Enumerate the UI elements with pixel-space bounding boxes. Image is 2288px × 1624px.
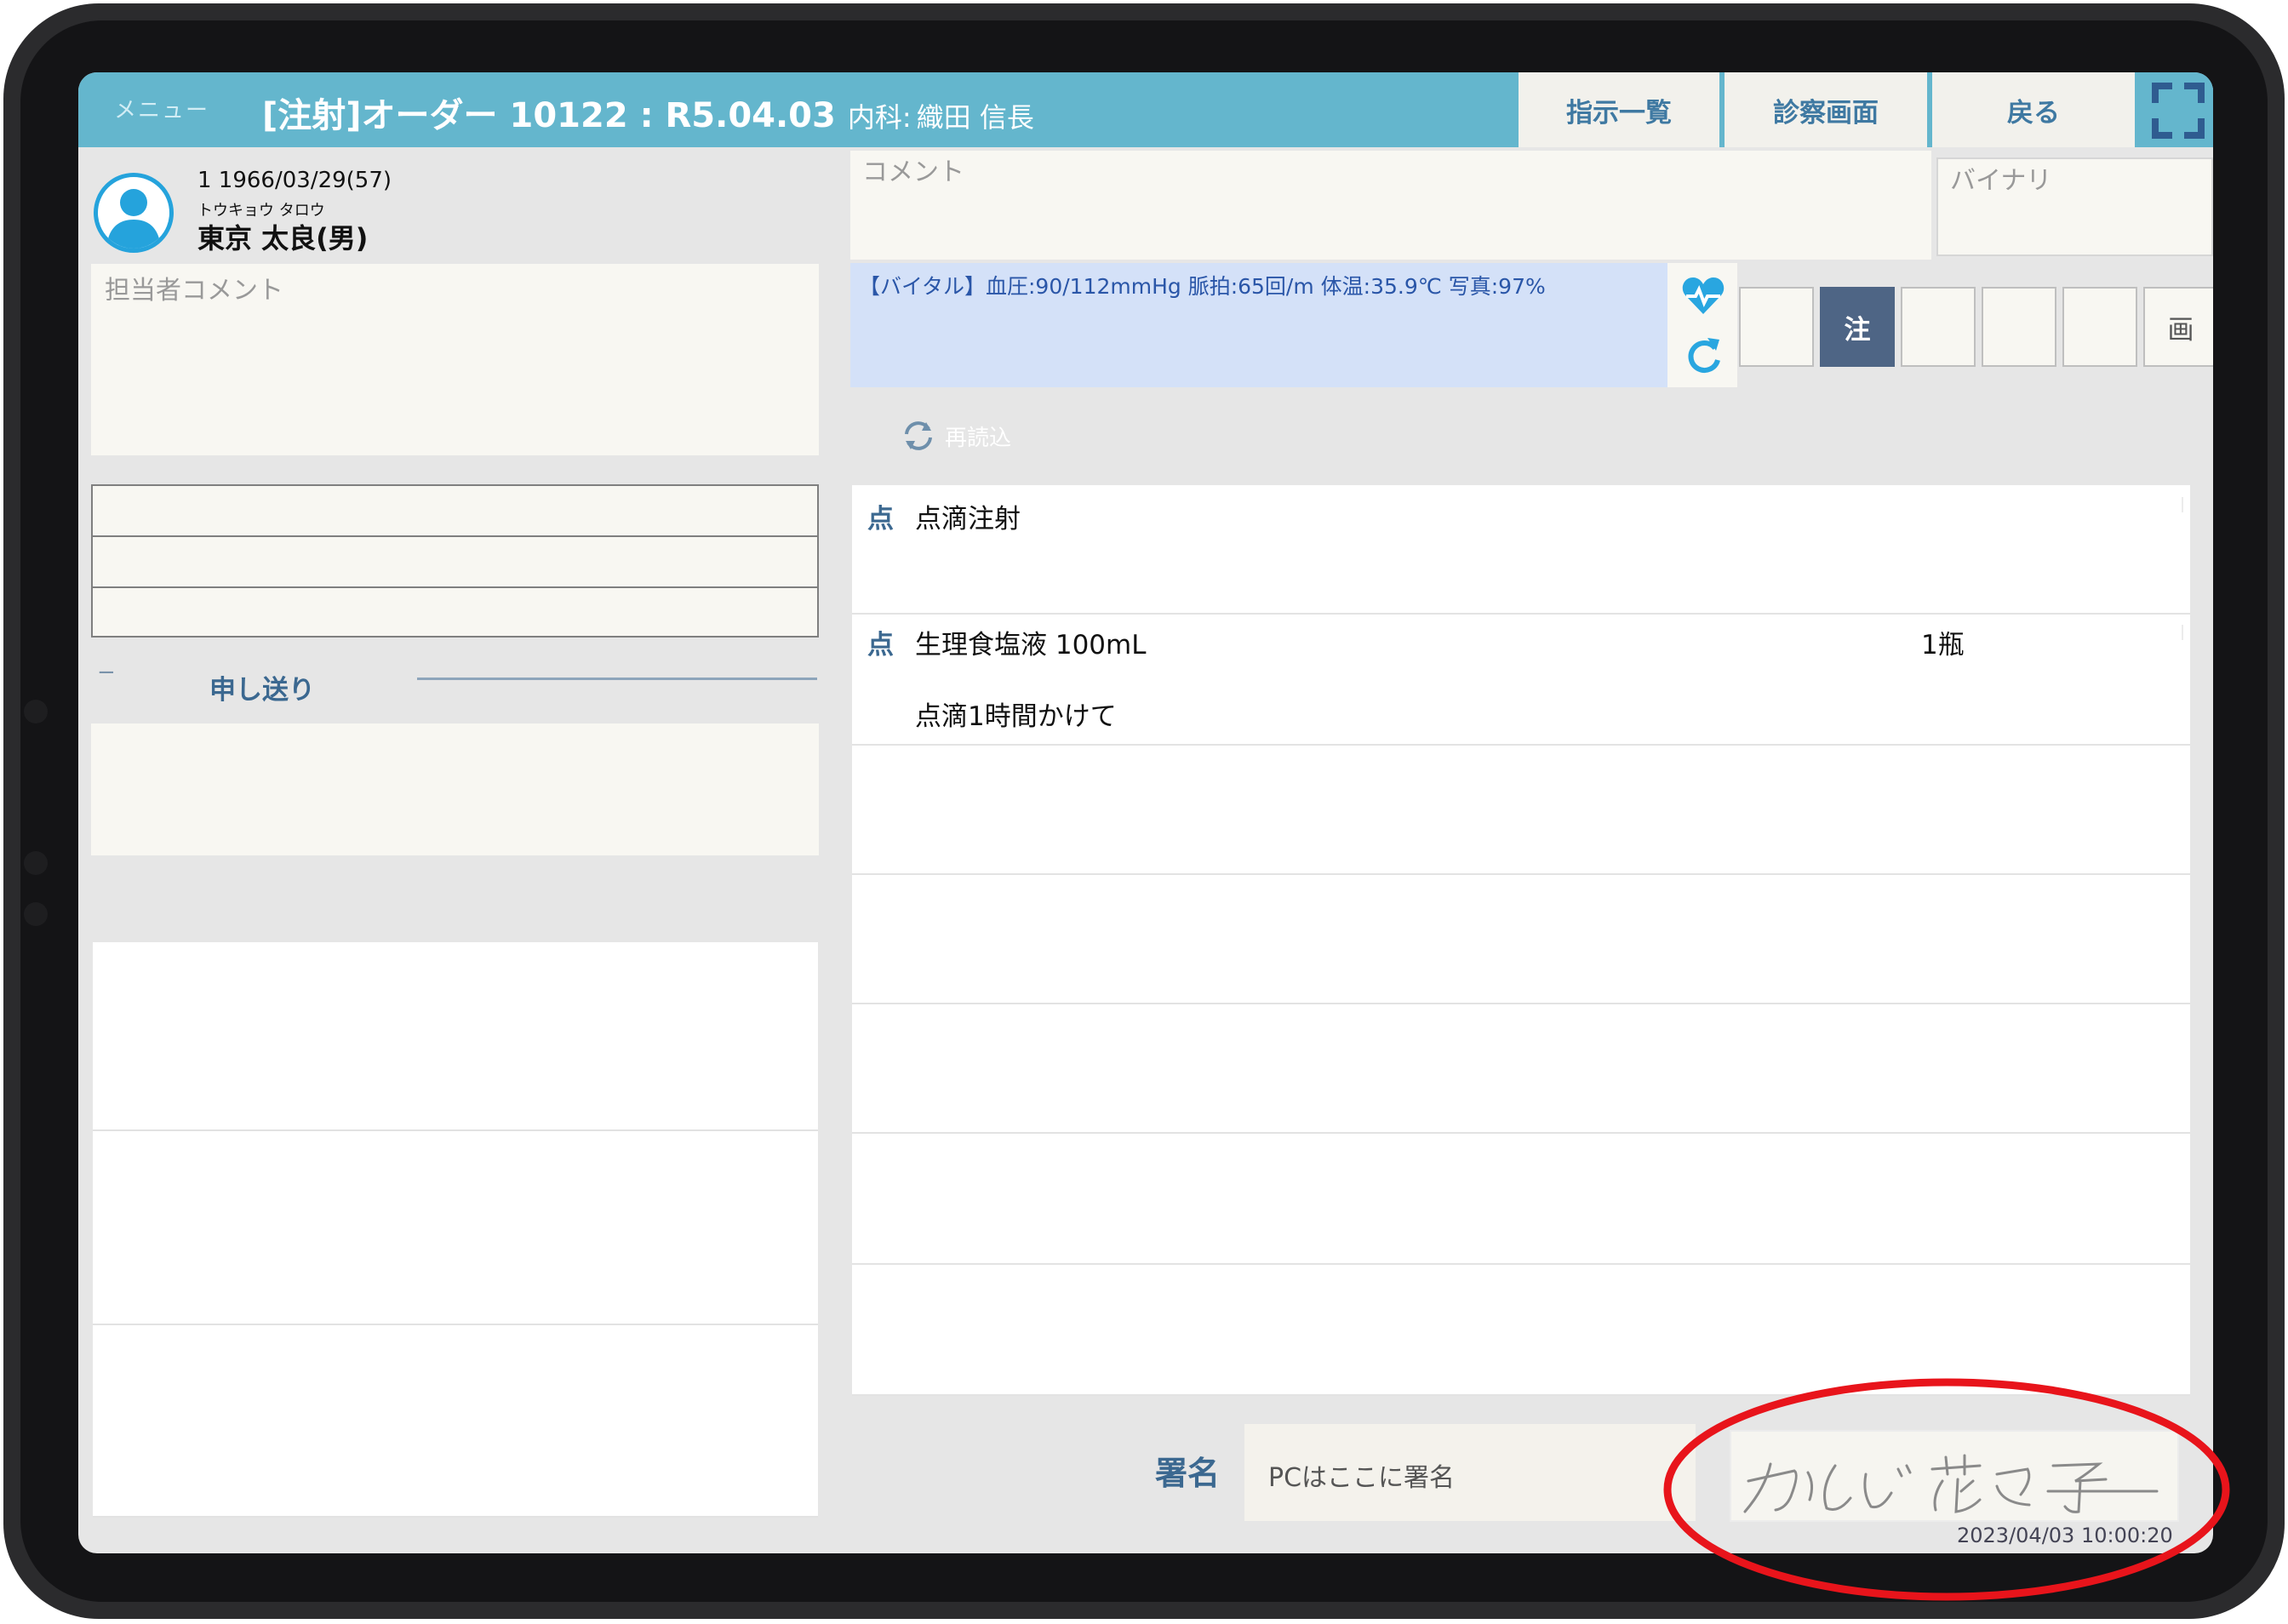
patient-name: 東京 太良(男) — [197, 222, 369, 254]
staff-comment-field[interactable]: 担当者コメント — [91, 264, 819, 455]
binary-placeholder: バイナリ — [1950, 166, 2052, 196]
handoff-collapse-toggle[interactable]: − — [97, 660, 116, 685]
refresh-icon[interactable] — [1685, 335, 1724, 379]
pc-signature-field[interactable]: PCはここに署名 — [1244, 1424, 1696, 1521]
row-marker — [2182, 497, 2183, 512]
annotation-highlight-circle — [1663, 1378, 2230, 1601]
vitals-actions — [1667, 263, 1737, 387]
side-button — [24, 700, 48, 723]
binary-field[interactable]: バイナリ — [1936, 157, 2213, 256]
order-type-tag: 点 — [867, 504, 894, 535]
list-divider — [93, 1324, 818, 1325]
handoff-heading: 申し送り — [209, 675, 315, 706]
order-row[interactable]: 点 点滴注射 — [852, 485, 2190, 615]
department-label: 内科: — [847, 101, 912, 134]
vitals-text: 【バイタル】血圧:90/112mmHg 脈拍:65回/m 体温:35.9℃ 写真… — [859, 274, 1546, 299]
comment-placeholder: コメント — [862, 157, 964, 187]
expand-icon — [2152, 83, 2205, 139]
left-list-panel — [93, 942, 818, 1518]
reload-label: 再読込 — [945, 425, 1012, 451]
category-image-button[interactable]: 画 — [2143, 287, 2213, 367]
order-row[interactable] — [852, 1004, 2190, 1134]
pc-signature-placeholder: PCはここに署名 — [1268, 1463, 1456, 1493]
order-row[interactable]: 点 生理食塩液 100mL 1瓶 点滴1時間かけて — [852, 615, 2190, 746]
reload-icon — [905, 421, 932, 450]
info-table — [91, 484, 819, 638]
reload-button[interactable]: 再読込 — [901, 419, 1011, 453]
side-button — [24, 851, 48, 875]
side-button — [24, 902, 48, 926]
staff-comment-placeholder: 担当者コメント — [105, 276, 283, 306]
app-screen: メニュー [注射]オーダー 10122 : R5.04.03 内科: 織田 信長 指… — [78, 72, 2213, 1553]
order-name: 生理食塩液 100mL — [915, 630, 1147, 660]
order-row[interactable] — [852, 746, 2190, 875]
menu-button[interactable]: メニュー — [114, 93, 209, 124]
info-table-row[interactable] — [93, 486, 817, 537]
avatar — [94, 173, 174, 253]
category-button[interactable] — [1901, 287, 1976, 367]
page-title: [注射]オーダー 10122 : R5.04.03 内科: 織田 信長 — [262, 88, 1034, 137]
order-note: 点滴1時間かけて — [915, 701, 1117, 732]
category-button[interactable] — [1982, 287, 2056, 367]
comment-field[interactable]: コメント — [850, 151, 1931, 260]
order-title: [注射]オーダー 10122 : R5.04.03 — [262, 96, 836, 135]
exam-screen-button[interactable]: 診察画面 — [1725, 72, 1927, 147]
vitals-panel: 【バイタル】血圧:90/112mmHg 脈拍:65回/m 体温:35.9℃ 写真… — [850, 263, 1667, 387]
order-row[interactable] — [852, 875, 2190, 1004]
info-table-row[interactable] — [93, 588, 817, 638]
row-marker — [2182, 625, 2183, 640]
order-type-tag: 点 — [867, 630, 894, 660]
instruction-list-button[interactable]: 指示一覧 — [1519, 72, 1719, 147]
info-table-row[interactable] — [93, 537, 817, 588]
order-row[interactable] — [852, 1134, 2190, 1265]
avatar-icon — [106, 189, 161, 249]
order-quantity: 1瓶 — [1921, 630, 1965, 660]
patient-id-dob: 1 1966/03/29(57) — [197, 168, 392, 193]
handoff-field[interactable] — [91, 723, 819, 855]
list-divider — [93, 1516, 818, 1518]
category-button[interactable] — [1739, 287, 1814, 367]
doctor-name: 織田 信長 — [916, 101, 1034, 134]
back-button[interactable]: 戻る — [1932, 72, 2135, 147]
signature-label: 署名 — [1155, 1455, 1221, 1492]
heart-pulse-icon[interactable] — [1681, 275, 1725, 319]
order-list: 点 点滴注射 点 生理食塩液 100mL 1瓶 点滴1時間かけて — [852, 485, 2190, 1396]
category-button[interactable] — [2062, 287, 2137, 367]
handoff-divider — [417, 678, 817, 680]
fullscreen-button[interactable] — [2140, 72, 2213, 147]
list-divider — [93, 1129, 818, 1131]
order-name: 点滴注射 — [915, 504, 1021, 535]
category-injection-button[interactable]: 注 — [1820, 287, 1895, 367]
